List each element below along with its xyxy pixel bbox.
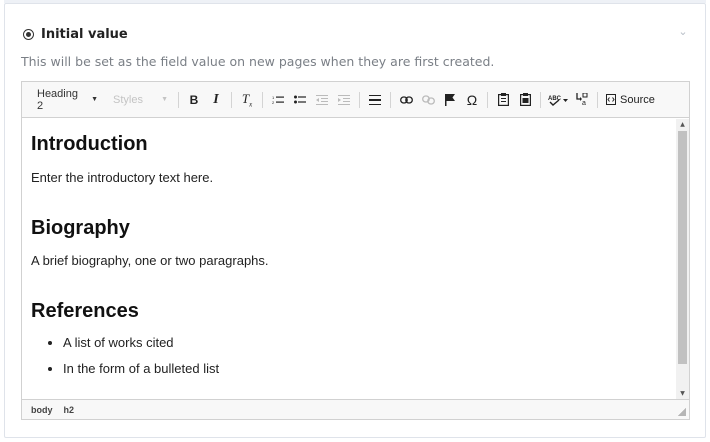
- link-button[interactable]: [395, 89, 417, 111]
- styles-select[interactable]: Styles ▼: [104, 89, 174, 111]
- paragraph-introduction[interactable]: Enter the introductory text here.: [31, 170, 213, 185]
- bulleted-list-button[interactable]: [289, 89, 311, 111]
- heading-biography[interactable]: Biography: [31, 217, 130, 240]
- indent-icon: [338, 94, 350, 105]
- toolbar-separator: [262, 91, 263, 108]
- unlink-button[interactable]: [417, 89, 439, 111]
- bulleted-list-icon: [294, 95, 306, 103]
- initial-value-panel: Initial value ⌄ This will be set as the …: [4, 3, 706, 438]
- toolbar-separator: [359, 91, 360, 108]
- find-replace-icon: a: [576, 93, 588, 106]
- rich-text-editor: Heading 2 ▼ Styles ▼ B I Tx 12 Ω ABC a S…: [21, 81, 690, 420]
- source-button-label: Source: [620, 93, 655, 106]
- vertical-scrollbar[interactable]: ▲ ▼: [676, 119, 689, 400]
- dropdown-arrow-icon: ▼: [161, 96, 168, 103]
- bold-button[interactable]: B: [183, 89, 205, 111]
- indent-button[interactable]: [333, 89, 355, 111]
- anchor-button[interactable]: [439, 89, 461, 111]
- heading-references[interactable]: References: [31, 300, 139, 323]
- svg-text:2: 2: [272, 100, 275, 105]
- field-title: Initial value: [41, 26, 128, 42]
- outdent-icon: [316, 94, 328, 105]
- paste-icon: [497, 93, 509, 106]
- scroll-up-arrow-icon[interactable]: ▲: [676, 119, 689, 131]
- toolbar-separator: [487, 91, 488, 108]
- editor-content-area[interactable]: Introduction Enter the introductory text…: [22, 119, 676, 400]
- special-character-icon: Ω: [466, 91, 478, 108]
- unlink-icon: [421, 94, 435, 105]
- special-character-button[interactable]: Ω: [461, 89, 483, 111]
- svg-text:ABC: ABC: [548, 96, 562, 102]
- source-icon: [606, 94, 616, 105]
- source-button[interactable]: Source: [602, 89, 659, 111]
- radio-icon: [23, 28, 34, 40]
- list-item[interactable]: A list of works cited: [63, 336, 219, 362]
- italic-button[interactable]: I: [205, 89, 227, 111]
- toolbar-separator: [231, 91, 232, 108]
- svg-text:a: a: [582, 100, 586, 106]
- list-item[interactable]: In the form of a bulleted list: [63, 362, 219, 388]
- find-replace-button[interactable]: a: [571, 89, 593, 111]
- toolbar-separator: [540, 91, 541, 108]
- toolbar-separator: [390, 91, 391, 108]
- paste-text-button[interactable]: [514, 89, 536, 111]
- heading-select-label: Heading 2: [37, 87, 78, 112]
- editor-status-bar: body h2: [22, 399, 689, 419]
- horizontal-rule-button[interactable]: [364, 89, 386, 111]
- heading-select[interactable]: Heading 2 ▼: [28, 87, 104, 112]
- anchor-flag-icon: [445, 93, 455, 106]
- field-help-text: This will be set as the field value on n…: [21, 54, 495, 69]
- horizontal-rule-icon: [369, 94, 381, 105]
- paste-button[interactable]: [492, 89, 514, 111]
- italic-icon: I: [213, 91, 219, 107]
- toolbar-separator: [178, 91, 179, 108]
- outdent-button[interactable]: [311, 89, 333, 111]
- resize-handle-icon[interactable]: [678, 408, 686, 416]
- numbered-list-button[interactable]: 12: [267, 89, 289, 111]
- paragraph-biography[interactable]: A brief biography, one or two paragraphs…: [31, 253, 269, 268]
- dropdown-arrow-icon: ▼: [91, 96, 98, 103]
- scrollbar-thumb[interactable]: [678, 131, 687, 364]
- element-path-h2[interactable]: h2: [64, 405, 75, 415]
- paste-text-icon: [519, 93, 531, 106]
- styles-select-label: Styles: [113, 93, 143, 106]
- bold-icon: B: [189, 92, 199, 107]
- editor-toolbar: Heading 2 ▼ Styles ▼ B I Tx 12 Ω ABC a S…: [22, 82, 689, 118]
- references-list: A list of works cited In the form of a b…: [31, 336, 219, 388]
- heading-introduction[interactable]: Introduction: [31, 133, 148, 156]
- link-icon: [399, 95, 413, 104]
- spellcheck-icon: ABC: [548, 96, 568, 106]
- chevron-down-icon[interactable]: ⌄: [677, 26, 689, 38]
- element-path-body[interactable]: body: [31, 405, 53, 415]
- remove-format-icon: Tx: [241, 90, 253, 109]
- toolbar-separator: [597, 91, 598, 108]
- spellcheck-button[interactable]: ABC: [545, 89, 571, 111]
- field-header: Initial value: [23, 24, 128, 44]
- remove-format-button[interactable]: Tx: [236, 89, 258, 111]
- numbered-list-icon: 12: [272, 95, 284, 105]
